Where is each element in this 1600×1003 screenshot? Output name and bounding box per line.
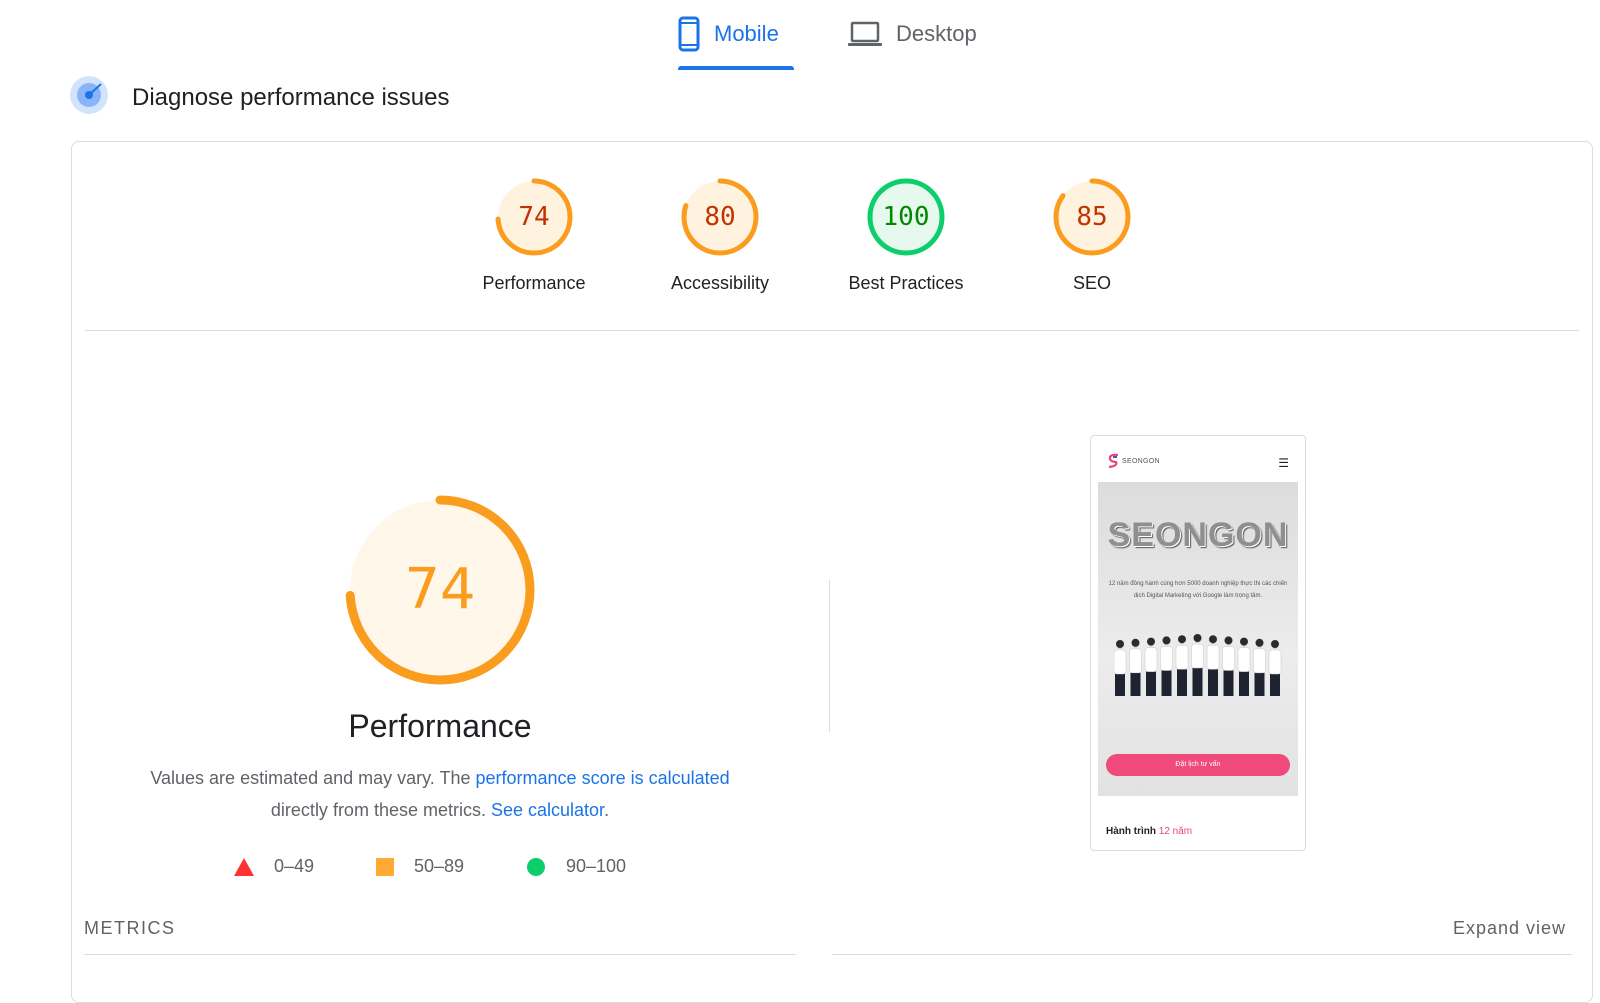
person-figure xyxy=(1268,640,1282,696)
gauge-score: 80 xyxy=(704,202,736,232)
metrics-divider-left xyxy=(84,954,796,955)
thumb-logo-text: SEONGON xyxy=(1122,457,1160,465)
legend-fail: 0–49 xyxy=(234,856,314,877)
performance-description: Values are estimated and may vary. The p… xyxy=(117,762,763,826)
phone-icon xyxy=(678,16,700,52)
circle-icon xyxy=(527,857,545,876)
gauge-performance[interactable]: 74 Performance xyxy=(454,177,614,294)
gauge-ring: 80 xyxy=(680,177,760,257)
person-figure xyxy=(1160,636,1173,696)
page-screenshot-thumbnail[interactable]: SEONGON ☰ SEONGON 12 năm đồng hành cùng … xyxy=(1090,435,1306,851)
gauge-score: 85 xyxy=(1076,202,1108,232)
legend-range: 0–49 xyxy=(274,856,315,876)
performance-gauge-large: 74 xyxy=(340,490,540,690)
person-figure xyxy=(1222,636,1235,696)
vertical-divider xyxy=(829,580,830,732)
hero-brand-text: SEONGON xyxy=(1107,516,1289,554)
legend-range: 50–89 xyxy=(414,856,465,876)
gauge-score: 74 xyxy=(518,202,550,232)
thumb-header: SEONGON ☰ xyxy=(1091,436,1305,482)
radar-icon xyxy=(70,76,108,119)
expand-view-button[interactable]: Expand view xyxy=(1453,918,1566,939)
gauge-label: Performance xyxy=(482,273,586,293)
category-gauges: 74 Performance 80 Accessibility 100 Best… xyxy=(72,177,1592,307)
thumb-hero: SEONGON 12 năm đồng hành cùng hơn 5000 d… xyxy=(1098,482,1298,796)
gauge-label: SEO xyxy=(1072,273,1111,293)
gauge-accessibility[interactable]: 80 Accessibility xyxy=(640,177,800,294)
diagnose-heading: Diagnose performance issues xyxy=(70,76,450,119)
journey-highlight: 12 năm xyxy=(1158,826,1193,837)
see-calculator-link[interactable]: See calculator xyxy=(491,800,604,820)
hamburger-icon: ☰ xyxy=(1278,456,1289,470)
legend-average: 50–89 xyxy=(376,856,464,877)
metrics-label: METRICS xyxy=(84,918,176,938)
hero-cta-button: Đặt lịch tư vấn xyxy=(1106,754,1290,776)
seongon-logo-icon xyxy=(1108,453,1119,469)
device-tabs: Mobile Desktop xyxy=(0,0,1600,75)
team-photo-svg xyxy=(1113,634,1282,696)
person-figure xyxy=(1206,635,1220,696)
performance-title: Performance xyxy=(348,708,532,744)
person-figure xyxy=(1237,637,1251,696)
active-tab-indicator xyxy=(678,66,794,70)
person-figure xyxy=(1113,640,1127,696)
gauge-score: 100 xyxy=(882,202,930,232)
person-figure xyxy=(1144,637,1158,696)
person-figure xyxy=(1191,634,1204,696)
gauge-best-practices[interactable]: 100 Best Practices xyxy=(826,177,986,294)
metrics-divider-right xyxy=(832,954,1572,955)
team-photo xyxy=(1113,632,1284,698)
tab-desktop[interactable]: Desktop xyxy=(848,14,977,54)
laptop-icon xyxy=(848,20,882,48)
desc-text: . xyxy=(604,800,610,820)
person-figure xyxy=(1253,638,1266,696)
gauges-divider xyxy=(85,330,1579,331)
section-title: Diagnose performance issues xyxy=(132,83,450,111)
gauge-ring: 100 xyxy=(866,177,946,257)
person-figure xyxy=(1129,638,1142,696)
desc-text: directly from these metrics. xyxy=(270,800,491,820)
triangle-icon xyxy=(234,857,254,876)
thumb-journey-heading: Hành trình 12 năm xyxy=(1106,826,1192,837)
score-legend: 0–49 50–89 90–100 xyxy=(234,856,654,882)
person-figure xyxy=(1175,635,1189,696)
gauge-label: Best Practices xyxy=(848,273,964,293)
tab-desktop-label: Desktop xyxy=(896,21,977,46)
hero-subtitle: 12 năm đồng hành cùng hơn 5000 doanh ngh… xyxy=(1108,581,1288,599)
gauge-label: Accessibility xyxy=(670,273,770,293)
score-calculated-link[interactable]: performance score is calculated xyxy=(476,768,730,788)
desc-text: Values are estimated and may vary. The xyxy=(150,768,476,788)
legend-pass: 90–100 xyxy=(526,856,626,877)
thumb-logo: SEONGON xyxy=(1107,453,1160,469)
gauge-ring: 74 xyxy=(494,177,574,257)
legend-range: 90–100 xyxy=(566,856,627,876)
tab-mobile-label: Mobile xyxy=(714,21,779,46)
tab-mobile[interactable]: Mobile xyxy=(678,14,779,54)
gauge-ring: 85 xyxy=(1052,177,1132,257)
report-card: 74 Performance 80 Accessibility 100 Best… xyxy=(71,141,1593,1003)
square-icon xyxy=(376,857,394,876)
journey-text: Hành trình xyxy=(1106,826,1159,837)
gauge-seo[interactable]: 85 SEO xyxy=(1012,177,1172,294)
large-gauge-score: 74 xyxy=(404,557,476,622)
